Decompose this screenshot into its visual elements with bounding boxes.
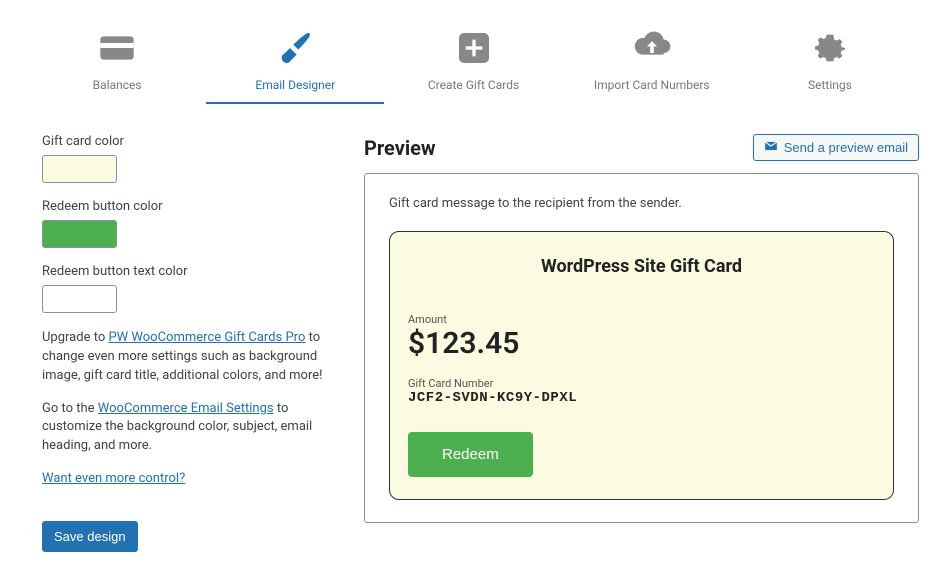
tab-label: Settings xyxy=(808,78,852,92)
cloud-upload-icon xyxy=(630,28,674,72)
card-number-label: Gift Card Number xyxy=(408,377,875,390)
tab-settings[interactable]: Settings xyxy=(741,20,919,104)
send-preview-email-button[interactable]: Send a preview email xyxy=(753,134,919,161)
tab-label: Balances xyxy=(93,78,142,92)
preview-heading: Preview xyxy=(364,136,436,160)
gift-card-color-swatch[interactable] xyxy=(42,155,117,183)
redeem-button-color-swatch[interactable] xyxy=(42,220,117,248)
tab-bar: Balances Email Designer Create Gift Card… xyxy=(0,0,947,104)
credit-card-icon xyxy=(95,28,139,72)
tab-label: Email Designer xyxy=(255,78,335,92)
goto-text: Go to the WooCommerce Email Settings to … xyxy=(42,400,334,457)
preview-box: Gift card message to the recipient from … xyxy=(364,173,919,523)
tab-create-gift-cards[interactable]: Create Gift Cards xyxy=(384,20,562,104)
amount-value: $123.45 xyxy=(408,326,875,361)
card-number-value: JCF2-SVDN-KC9Y-DPXL xyxy=(408,390,875,406)
redeem-button-text-color-swatch[interactable] xyxy=(42,285,117,313)
tab-balances[interactable]: Balances xyxy=(28,20,206,104)
upgrade-link[interactable]: PW WooCommerce Gift Cards Pro xyxy=(108,330,305,345)
gift-message: Gift card message to the recipient from … xyxy=(389,196,894,211)
gear-icon xyxy=(808,28,852,72)
save-design-button[interactable]: Save design xyxy=(42,521,138,552)
more-control-link[interactable]: Want even more control? xyxy=(42,471,185,486)
paint-brush-icon xyxy=(273,28,317,72)
design-sidebar: Gift card color Redeem button color Rede… xyxy=(42,134,334,552)
amount-label: Amount xyxy=(408,313,875,326)
envelope-icon xyxy=(764,139,778,156)
gift-card: WordPress Site Gift Card Amount $123.45 … xyxy=(389,231,894,500)
gift-card-title: WordPress Site Gift Card xyxy=(408,256,875,277)
gift-card-color-label: Gift card color xyxy=(42,134,334,149)
plus-square-icon xyxy=(452,28,496,72)
redeem-button[interactable]: Redeem xyxy=(408,432,533,477)
redeem-button-text-color-label: Redeem button text color xyxy=(42,264,334,279)
tab-import-card-numbers[interactable]: Import Card Numbers xyxy=(563,20,741,104)
preview-panel: Preview Send a preview email Gift card m… xyxy=(364,134,919,523)
tab-email-designer[interactable]: Email Designer xyxy=(206,20,384,104)
tab-label: Create Gift Cards xyxy=(428,78,519,92)
redeem-button-color-label: Redeem button color xyxy=(42,199,334,214)
tab-label: Import Card Numbers xyxy=(594,78,710,92)
upgrade-text: Upgrade to PW WooCommerce Gift Cards Pro… xyxy=(42,329,334,386)
email-settings-link[interactable]: WooCommerce Email Settings xyxy=(98,401,274,416)
